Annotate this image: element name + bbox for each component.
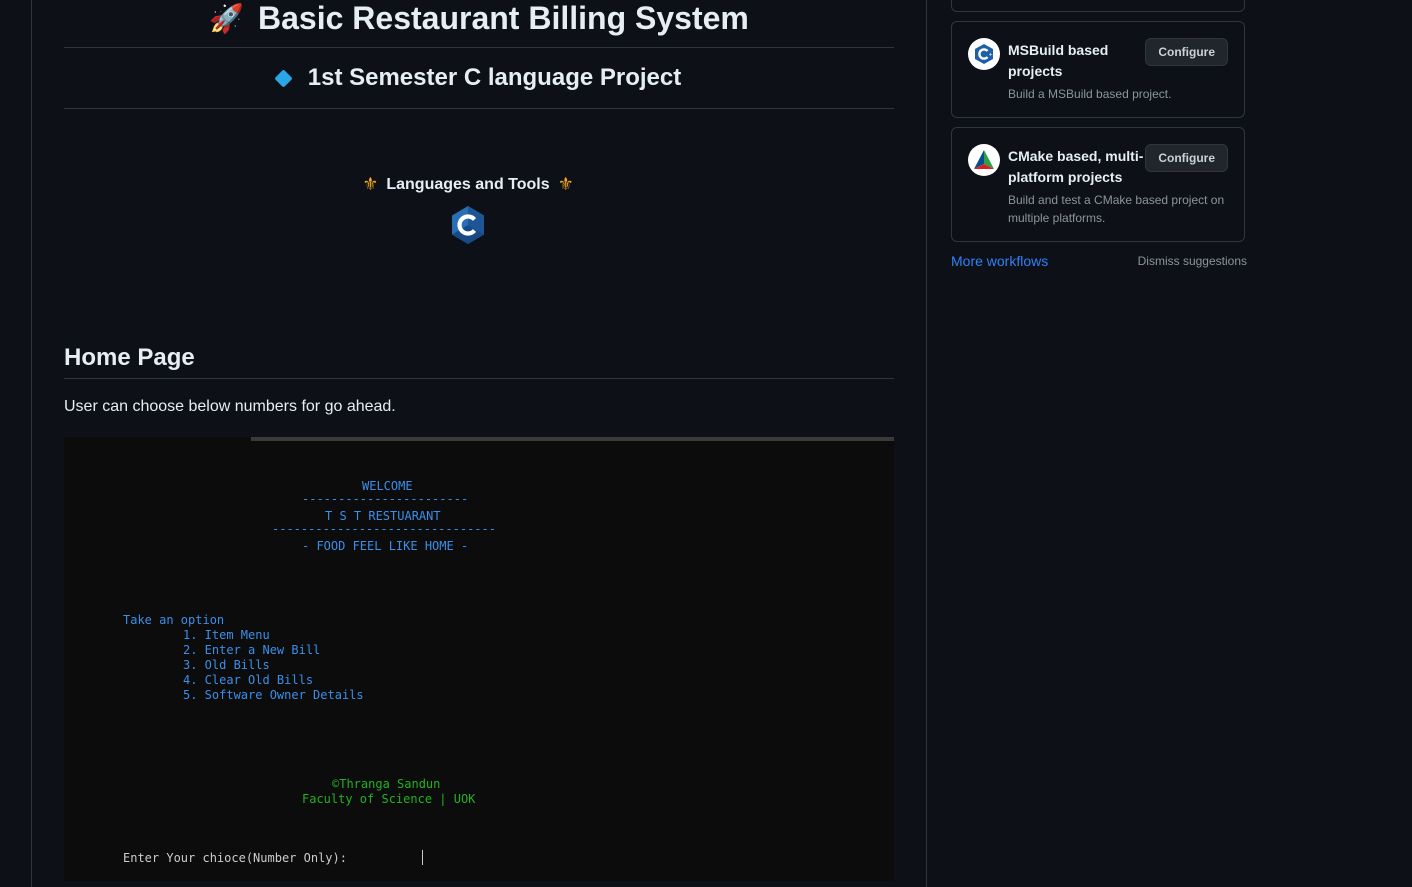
diamond-icon (274, 68, 293, 88)
console-option-1: 1. Item Menu (183, 628, 270, 642)
console-rule-long: ------------------------------- (272, 522, 496, 536)
readme-subtitle-text: 1st Semester C language Project (307, 64, 682, 91)
c-language-icon (452, 206, 484, 244)
fleur-de-lis-icon: ⚜ (557, 174, 574, 194)
home-page-description: User can choose below numbers for go ahe… (64, 398, 396, 415)
console-screenshot: WELCOME ----------------------- T S T RE… (64, 437, 894, 881)
console-option-3: 3. Old Bills (183, 658, 270, 672)
dismiss-suggestions-link[interactable]: Dismiss suggestions (1138, 254, 1247, 268)
console-option-5: 5. Software Owner Details (183, 688, 364, 702)
workflow-title: MSBuild based projects (1008, 42, 1109, 79)
console-restaurant-name: T S T RESTUARANT (325, 509, 441, 523)
workflow-description: Build a MSBuild based project. (1008, 87, 1172, 101)
left-divider (31, 0, 32, 887)
readme-subtitle: 1st Semester C language Project (64, 48, 894, 109)
readme-content: 🚀 Basic Restaurant Billing System 1st Se… (64, 0, 894, 416)
svg-text:+: + (989, 52, 993, 58)
console-scrollbar (251, 437, 894, 441)
console-option-4: 4. Clear Old Bills (183, 673, 314, 687)
workflow-card-cmake: CMake based, multi-platform projects Bui… (951, 127, 1245, 242)
tools-heading-text: Languages and Tools (386, 175, 550, 193)
console-rule-short: ----------------------- (302, 492, 469, 506)
fleur-de-lis-icon: ⚜ (362, 174, 379, 194)
page: 🚀 Basic Restaurant Billing System 1st Se… (0, 0, 1412, 887)
home-page-heading: Home Page (64, 339, 894, 379)
console-take-option: Take an option (123, 613, 225, 627)
workflow-title: CMake based, multi-platform projects (1008, 148, 1144, 185)
right-divider (926, 0, 927, 887)
console-tagline: - FOOD FEEL LIKE HOME - (302, 539, 469, 553)
readme-title: 🚀 Basic Restaurant Billing System (64, 0, 894, 48)
configure-button[interactable]: Configure (1145, 144, 1228, 172)
tools-heading: ⚜ Languages and Tools ⚜ (42, 174, 894, 195)
console-option-2: 2. Enter a New Bill (183, 643, 321, 657)
console-prompt: Enter Your chioce(Number Only): (123, 851, 347, 865)
readme-title-text: Basic Restaurant Billing System (258, 0, 749, 36)
workflow-card-partial (951, 0, 1245, 12)
console-credit-name: ©Thranga Sandun (332, 777, 441, 791)
workflow-card-msbuild: + MSBuild based projects Build a MSBuild… (951, 21, 1245, 118)
rocket-icon: 🚀 (209, 3, 245, 34)
cmake-icon (968, 144, 1000, 176)
configure-button[interactable]: Configure (1145, 38, 1228, 66)
msbuild-icon: + (968, 38, 1000, 70)
c-language-logo[interactable] (42, 205, 894, 245)
console-welcome: WELCOME (362, 479, 413, 493)
workflow-footer: More workflows Dismiss suggestions (951, 253, 1247, 269)
console-credit-faculty: Faculty of Science | UOK (302, 792, 476, 806)
more-workflows-link[interactable]: More workflows (951, 253, 1048, 269)
workflow-description: Build and test a CMake based project on … (1008, 193, 1225, 225)
console-cursor (422, 850, 423, 865)
